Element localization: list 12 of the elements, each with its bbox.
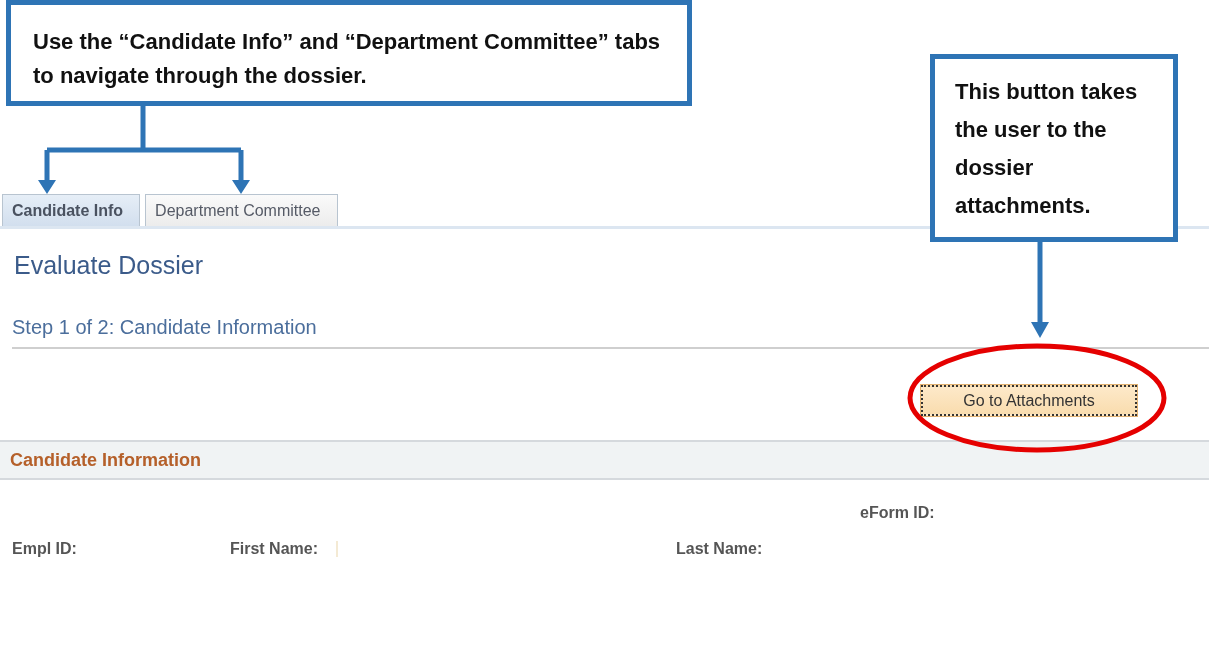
field-label: eForm ID: [860, 504, 935, 521]
field-label: Last Name: [676, 540, 763, 558]
field-label: Empl ID: [12, 540, 77, 558]
go-to-attachments-button[interactable]: Go to Attachments [921, 385, 1137, 416]
tab[interactable]: Candidate Info [2, 194, 141, 226]
section-title: Candidate Information [10, 449, 201, 471]
step-heading: Step 1 of 2: Candidate Information [12, 316, 1209, 349]
tab[interactable]: Department Committee [145, 194, 338, 226]
callout-box: Use the “Candidate Info” and “Department Committee” tabs to navigate through the dossier. [6, 0, 692, 106]
field-label: First Name: [230, 540, 319, 558]
callout-box: This button takes the user to the dossier attachments. [930, 54, 1178, 242]
page-title: Evaluate Dossier [14, 251, 204, 280]
